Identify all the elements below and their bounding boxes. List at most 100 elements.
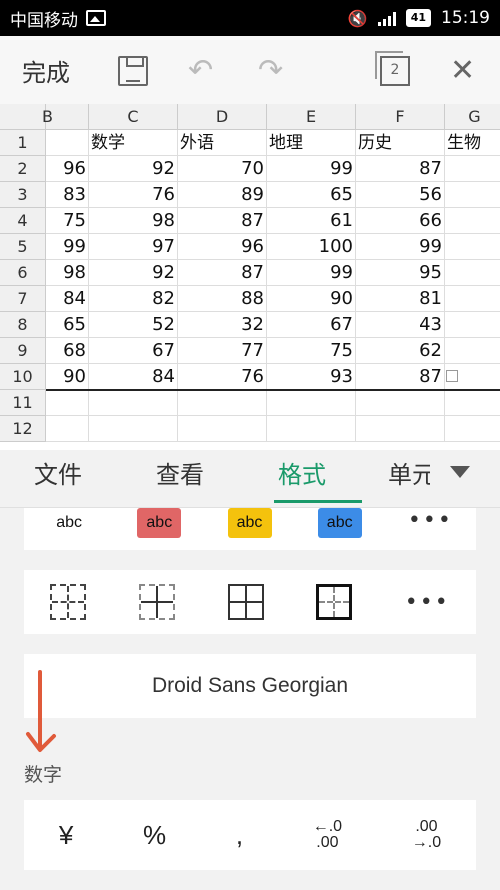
data-cell[interactable]: 76 [178, 364, 267, 390]
data-cell[interactable]: 97 [89, 234, 178, 260]
data-cell[interactable]: 88 [178, 286, 267, 312]
column-header[interactable]: E [267, 104, 356, 130]
data-cell[interactable]: 61 [267, 208, 356, 234]
data-cell[interactable]: 87 [178, 260, 267, 286]
selection-handle[interactable] [446, 370, 458, 382]
data-cell[interactable] [445, 312, 500, 338]
column-header[interactable]: D [178, 104, 267, 130]
undo-icon[interactable]: ↶ [188, 56, 218, 86]
thousands-separator-button[interactable]: , [236, 820, 243, 851]
data-cell[interactable]: 52 [89, 312, 178, 338]
data-cell[interactable]: 76 [89, 182, 178, 208]
column-header[interactable]: G [445, 104, 500, 130]
data-cell[interactable]: 99 [267, 260, 356, 286]
data-cell[interactable] [46, 416, 89, 442]
data-cell[interactable]: 96 [46, 156, 89, 182]
data-cell[interactable] [445, 416, 500, 442]
data-cell[interactable]: 66 [356, 208, 445, 234]
data-cell[interactable]: 90 [46, 364, 89, 390]
column-header[interactable]: F [356, 104, 445, 130]
data-cell[interactable]: 87 [356, 156, 445, 182]
data-cell[interactable]: 70 [178, 156, 267, 182]
data-cell[interactable]: 98 [46, 260, 89, 286]
data-cell[interactable]: 75 [267, 338, 356, 364]
row-header[interactable]: 8 [0, 312, 46, 338]
row-header[interactable]: 5 [0, 234, 46, 260]
all-borders-icon[interactable] [227, 584, 264, 620]
header-cell[interactable]: 地理 [267, 130, 356, 156]
row-header[interactable]: 11 [0, 390, 46, 416]
data-cell[interactable] [445, 338, 500, 364]
data-cell[interactable]: 87 [356, 364, 445, 390]
data-cell[interactable]: 99 [267, 156, 356, 182]
data-cell[interactable]: 87 [178, 208, 267, 234]
text-style-yellow[interactable]: abc [227, 508, 272, 538]
redo-icon[interactable]: ↷ [258, 56, 288, 86]
window-switch-icon[interactable]: 2 [375, 51, 410, 86]
data-cell[interactable]: 67 [267, 312, 356, 338]
data-cell[interactable] [445, 390, 500, 416]
data-cell[interactable]: 32 [178, 312, 267, 338]
data-cell[interactable]: 92 [89, 156, 178, 182]
row-header[interactable]: 1 [0, 130, 46, 156]
header-cell[interactable]: 历史 [356, 130, 445, 156]
tabs-dropdown-icon[interactable] [450, 466, 470, 478]
header-cell[interactable]: 外语 [178, 130, 267, 156]
no-border-icon[interactable] [50, 584, 87, 620]
tab-cell[interactable]: 单元 [388, 450, 430, 508]
data-cell[interactable] [356, 390, 445, 416]
data-cell[interactable] [46, 390, 89, 416]
data-cell[interactable] [445, 260, 500, 286]
data-cell[interactable] [178, 390, 267, 416]
data-cell[interactable] [89, 390, 178, 416]
row-header[interactable]: 2 [0, 156, 46, 182]
data-cell[interactable] [445, 286, 500, 312]
data-cell[interactable] [178, 416, 267, 442]
data-cell[interactable]: 62 [356, 338, 445, 364]
data-cell[interactable] [267, 416, 356, 442]
done-button[interactable]: 完成 [22, 53, 70, 88]
row-header[interactable]: 7 [0, 286, 46, 312]
data-cell[interactable] [445, 182, 500, 208]
data-cell[interactable] [267, 390, 356, 416]
font-selector[interactable]: Droid Sans Georgian [24, 654, 476, 718]
header-cell[interactable] [46, 130, 89, 156]
sheet-corner[interactable] [0, 104, 46, 130]
column-header[interactable]: C [89, 104, 178, 130]
text-style-blue[interactable]: abc [317, 508, 362, 538]
row-header[interactable]: 10 [0, 364, 46, 390]
data-cell[interactable]: 98 [89, 208, 178, 234]
decrease-decimal-button[interactable]: .00 →.0 [412, 819, 441, 851]
currency-format-button[interactable]: ¥ [59, 820, 73, 851]
text-style-plain[interactable]: abc [47, 508, 92, 538]
data-cell[interactable]: 75 [46, 208, 89, 234]
data-cell[interactable]: 84 [46, 286, 89, 312]
data-cell[interactable]: 68 [46, 338, 89, 364]
data-cell[interactable]: 65 [267, 182, 356, 208]
data-cell[interactable] [445, 234, 500, 260]
row-header[interactable]: 3 [0, 182, 46, 208]
data-cell[interactable]: 77 [178, 338, 267, 364]
border-more-button[interactable]: ••• [405, 590, 450, 615]
header-cell[interactable]: 生物 [445, 130, 500, 156]
data-cell[interactable] [356, 416, 445, 442]
tab-file[interactable]: 文件 [34, 450, 82, 508]
column-header[interactable]: B [42, 104, 89, 130]
data-cell[interactable]: 93 [267, 364, 356, 390]
data-cell[interactable]: 65 [46, 312, 89, 338]
row-header[interactable]: 6 [0, 260, 46, 286]
data-cell[interactable]: 84 [89, 364, 178, 390]
inner-border-icon[interactable] [138, 584, 175, 620]
text-style-more-button[interactable]: ••• [408, 508, 453, 533]
tab-view[interactable]: 查看 [156, 450, 204, 508]
row-header[interactable]: 4 [0, 208, 46, 234]
data-cell[interactable]: 92 [89, 260, 178, 286]
data-cell[interactable] [89, 416, 178, 442]
data-cell[interactable]: 82 [89, 286, 178, 312]
outer-border-icon[interactable] [316, 584, 353, 620]
data-cell[interactable]: 96 [178, 234, 267, 260]
data-cell[interactable]: 81 [356, 286, 445, 312]
text-style-red[interactable]: abc [137, 508, 182, 538]
data-cell[interactable]: 83 [46, 182, 89, 208]
spreadsheet-grid[interactable]: B C D E F G 1 数学 外语 地理 历史 生物 2 96 92 70 99 87 3 83 76 89 65 56 4… [0, 104, 500, 450]
